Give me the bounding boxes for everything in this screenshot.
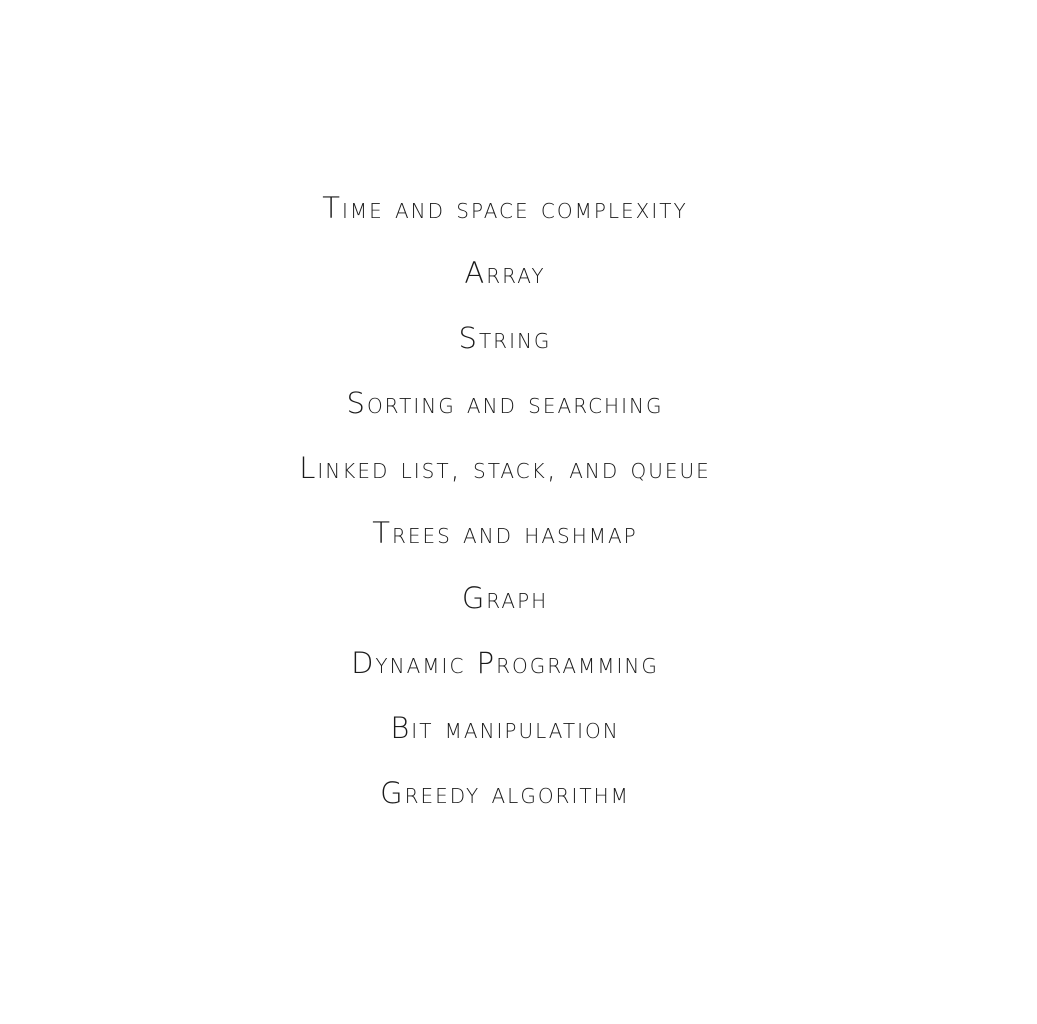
topic-item: String <box>458 321 552 355</box>
topic-item: Bit manipulation <box>390 711 620 745</box>
topic-list: Time and space complexity Array String S… <box>0 176 1010 826</box>
topic-item: Dynamic Programming <box>351 646 659 680</box>
topic-item: Array <box>464 256 546 290</box>
page: { "topics": [ "Time and space complexity… <box>0 0 1037 1024</box>
topic-item: Trees and hashmap <box>372 516 638 550</box>
topic-item: Greedy algorithm <box>380 776 630 810</box>
topic-item: Linked list, stack, and queue <box>299 451 711 485</box>
topic-item: Time and space complexity <box>322 191 688 225</box>
topic-item: Sorting and searching <box>346 386 664 420</box>
topic-item: Graph <box>461 581 549 615</box>
